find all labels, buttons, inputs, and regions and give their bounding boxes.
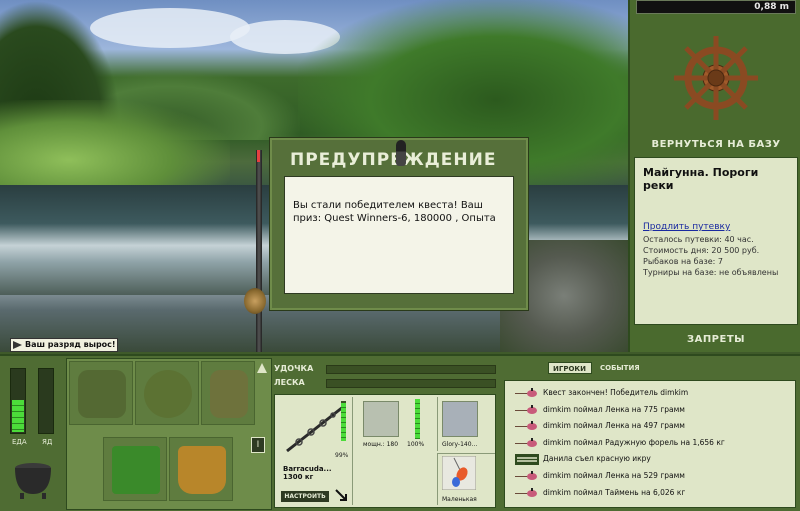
scroll-up-icon[interactable] xyxy=(257,363,267,373)
map-icon xyxy=(210,370,248,418)
food-bar xyxy=(10,368,26,434)
rod-icon xyxy=(286,405,344,453)
reel-durability-bar xyxy=(415,399,420,439)
lure-icon xyxy=(442,456,476,490)
line-label: ЛЕСКА xyxy=(274,378,305,387)
inventory-slot[interactable] xyxy=(201,361,255,425)
rod-durability: 99% xyxy=(335,452,349,459)
reel-durability-fill xyxy=(415,399,420,439)
arrow-icon xyxy=(13,341,22,349)
event-text: dimkim поймал Радужную форель на 1,656 к… xyxy=(543,437,725,447)
event-text: Данила съел красную икру xyxy=(543,454,651,464)
gear-panel: УДОЧКА ЛЕСКА 99% Barracuda... 1300 кг НА… xyxy=(272,358,498,510)
right-panel: 0,88 m ВЕРНУТЬСЯ НА БАЗУ Майгунна. Порог… xyxy=(628,0,800,352)
status-bars: ЕДА ЯД xyxy=(4,358,62,450)
food-fill xyxy=(12,400,24,432)
event-text: dimkim поймал Ленка на 497 грамм xyxy=(543,421,685,431)
setup-button[interactable]: НАСТРОИТЬ xyxy=(281,491,329,502)
inventory-slot[interactable] xyxy=(135,361,199,425)
notification-text: Ваш разряд вырос! xyxy=(25,340,116,349)
rod-reel-icon xyxy=(244,288,266,314)
fishing-float-icon xyxy=(515,404,537,414)
event-item: dimkim поймал Ленка на 497 грамм xyxy=(509,418,791,435)
location-info: Майгунна. Пороги реки Продлить путевку О… xyxy=(634,157,798,325)
event-item: dimkim поймал Радужную форель на 1,656 к… xyxy=(509,435,791,452)
rod-label: УДОЧКА xyxy=(274,364,314,373)
tab-events[interactable]: СОБЫТИЯ xyxy=(596,362,640,374)
extend-trip-link[interactable]: Продлить путевку xyxy=(643,222,789,232)
fishers-at-base: Рыбаков на базе: 7 xyxy=(643,257,723,266)
tackle-box: 99% Barracuda... 1300 кг НАСТРОИТЬ мощн.… xyxy=(274,394,496,508)
event-list: Квест закончен! Победитель dimkim dimkim … xyxy=(504,380,796,508)
rod-durability-fill xyxy=(341,403,346,441)
inventory-toggle-button[interactable]: I xyxy=(251,437,265,453)
rod-tip xyxy=(257,150,260,162)
rod-weight: 1300 кг xyxy=(283,473,314,481)
lure-slot[interactable]: Маленькая xyxy=(437,453,495,505)
reel-durability: 100% xyxy=(407,441,425,448)
event-item: dimkim поймал Ленка на 775 грамм xyxy=(509,402,791,419)
poison-bar xyxy=(38,368,54,434)
trip-remaining: Осталось путевки: 40 час. xyxy=(643,235,754,244)
rod-durability-bar xyxy=(341,401,346,441)
rod-name: Barracuda... xyxy=(283,465,332,473)
backpack-icon xyxy=(78,370,126,418)
line-spool-icon xyxy=(442,401,478,437)
reel-power: мощн.: 180 xyxy=(363,441,399,448)
line-name: Glory-140... xyxy=(442,441,478,448)
fishing-float-icon xyxy=(396,140,406,166)
arrow-icon[interactable] xyxy=(335,489,347,501)
fishing-float-icon xyxy=(515,487,537,497)
bottom-panel: ЕДА ЯД I УДОЧКА ЛЕСКА 99% Barracuda... 1… xyxy=(0,354,800,511)
rod-tension-bar xyxy=(326,365,496,374)
cauldron-icon[interactable] xyxy=(10,454,56,500)
caviar-icon xyxy=(515,454,539,466)
tournaments-at-base: Турниры на базе: не объявлены xyxy=(643,268,779,277)
lure-name: Маленькая xyxy=(442,496,477,503)
food-label: ЕДА xyxy=(12,438,27,446)
fishing-float-icon xyxy=(515,437,537,447)
event-item: dimkim поймал Ленка на 529 грамм xyxy=(509,468,791,485)
poison-label: ЯД xyxy=(42,438,53,446)
inventory-slot[interactable] xyxy=(103,437,167,501)
dialog-message: Вы стали победителем квеста! Ваш приз: Q… xyxy=(284,176,514,294)
reel-slot[interactable]: мощн.: 180 100% xyxy=(359,397,433,451)
day-cost: Стоимость дня: 20 500 руб. xyxy=(643,246,760,255)
fishing-float-icon xyxy=(515,470,537,480)
inventory-slot[interactable] xyxy=(169,437,233,501)
events-panel: ИГРОКИ СОБЫТИЯ Квест закончен! Победител… xyxy=(500,358,800,510)
depth-readout: 0,88 m xyxy=(636,0,796,14)
event-item: Данила съел красную икру xyxy=(509,451,791,468)
bucket-icon xyxy=(178,446,226,494)
fishing-float-icon xyxy=(515,388,537,397)
ship-wheel-icon[interactable] xyxy=(672,34,760,122)
bag-icon xyxy=(144,370,192,418)
location-title: Майгунна. Пороги реки xyxy=(643,166,759,192)
inventory-slot[interactable] xyxy=(69,361,133,425)
fishing-rod[interactable] xyxy=(256,150,262,352)
vegetable-basket-icon xyxy=(112,446,160,494)
event-item: dimkim поймал Таймень на 6,026 кг xyxy=(509,485,791,502)
event-text: Квест закончен! Победитель dimkim xyxy=(543,388,689,397)
rod-slot[interactable]: 99% Barracuda... 1300 кг НАСТРОИТЬ xyxy=(277,397,353,505)
line-tension-bar xyxy=(326,379,496,388)
fishing-float-icon xyxy=(515,421,537,431)
line-slot[interactable]: Glory-140... xyxy=(437,397,495,451)
event-text: dimkim поймал Таймень на 6,026 кг xyxy=(543,487,686,497)
reel-icon xyxy=(363,401,399,437)
event-item: Квест закончен! Победитель dimkim xyxy=(509,385,791,402)
rank-up-notification[interactable]: Ваш разряд вырос! xyxy=(10,338,118,352)
tab-players[interactable]: ИГРОКИ xyxy=(548,362,592,374)
event-text: dimkim поймал Ленка на 529 грамм xyxy=(543,470,685,480)
return-to-base-button[interactable]: ВЕРНУТЬСЯ НА БАЗУ xyxy=(630,135,800,155)
event-text: dimkim поймал Ленка на 775 грамм xyxy=(543,404,685,414)
inventory-panel: I xyxy=(66,358,272,510)
warning-dialog[interactable]: ПРЕДУПРЕЖДЕНИЕ Вы стали победителем квес… xyxy=(270,138,528,310)
bans-button[interactable]: ЗАПРЕТЫ xyxy=(630,330,800,350)
dialog-title: ПРЕДУПРЕЖДЕНИЕ xyxy=(290,150,497,170)
